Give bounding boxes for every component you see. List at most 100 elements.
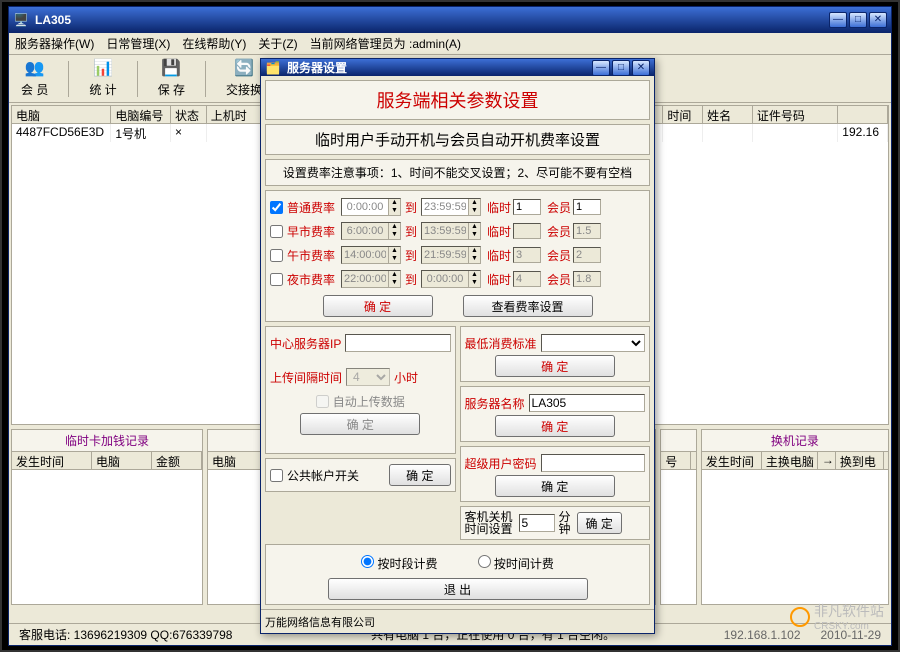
app-icon: 🖥️ [13,12,29,28]
dialog-footer-info: 万能网络信息有限公司 [261,609,654,634]
exit-button[interactable]: 退 出 [328,578,588,600]
upload-interval-label: 上传间隔时间 [270,369,342,386]
column-header[interactable]: 状态 [171,106,207,123]
menu-about[interactable]: 关于(Z) [258,35,297,52]
fee-member-input [573,223,601,239]
center-ip-input[interactable] [345,334,450,352]
fee-to-label: 到 [405,199,417,216]
fee-temp-label: 临时 [487,199,511,216]
dialog-note: 设置费率注意事项：1、时间不能交叉设置；2、尽可能不要有空档 [265,159,650,186]
fee-rate-label: 午市费率 [287,247,339,264]
shutdown-input[interactable] [519,514,555,532]
table-cell: 192.16 [838,124,888,142]
dialog-close-button[interactable]: ✕ [632,60,650,76]
fee-temp-label: 临时 [487,223,511,240]
fee-from-spinner: ▲▼ [341,246,401,264]
public-account-checkbox[interactable] [270,469,283,482]
fee-to-spinner: ▲▼ [421,246,481,264]
column-header[interactable] [838,106,888,123]
menu-daily[interactable]: 日常管理(X) [106,35,170,52]
table-cell [703,124,753,142]
shutdown-confirm-button[interactable]: 确 定 [577,512,622,534]
fee-member-label: 会员 [547,199,571,216]
toolbar-button-0[interactable]: 👥会 员 [15,57,54,100]
fee-row-0: 普通费率 ▲▼ 到 ▲▼ 临时 会员 [270,195,645,219]
dialog-maximize-button[interactable]: □ [612,60,630,76]
toolbar-label: 保 存 [158,81,185,98]
column-header[interactable]: 换到电 [836,452,884,469]
fee-member-input[interactable] [573,199,601,215]
public-account-confirm-button[interactable]: 确 定 [389,464,450,486]
column-header[interactable]: 电脑 [12,106,111,123]
column-header[interactable]: 证件号码 [753,106,838,123]
dialog-subtitle: 临时用户手动开机与会员自动开机费率设置 [265,124,650,155]
toolbar-label: 交接换 [226,81,262,98]
dialog-titlebar: 🗂️ 服务器设置 — □ ✕ [261,59,654,76]
column-header[interactable]: 主换电脑 [762,452,818,469]
column-header[interactable]: 号 [661,452,691,469]
shutdown-label: 客机关机时间设置 [465,511,515,535]
min-fee-confirm-button[interactable]: 确 定 [495,355,615,377]
fee-checkbox[interactable] [270,201,283,214]
column-header[interactable]: 发生时间 [702,452,762,469]
radio-by-time[interactable]: 按时间计费 [478,555,554,572]
minimize-button[interactable]: — [829,12,847,28]
fee-row-3: 夜市费率 ▲▼ 到 ▲▼ 临时 会员 [270,267,645,291]
shutdown-unit-label: 分钟 [559,511,573,535]
fee-to-spinner[interactable]: ▲▼ [421,198,481,216]
dialog-header-red: 服务端相关参数设置 [265,80,650,120]
column-header[interactable]: 电脑 [92,452,152,469]
menu-admin-info[interactable]: 当前网络管理员为 :admin(A) [310,35,461,52]
fee-member-label: 会员 [547,271,571,288]
panel-switch-log: 换机记录 发生时间主换电脑→换到电 [701,429,889,605]
status-phone: 客服电话: 13696219309 QQ:676339798 [19,626,232,643]
column-header[interactable]: → [818,452,836,469]
fee-member-label: 会员 [547,247,571,264]
column-header[interactable]: 电脑 [208,452,268,469]
column-header[interactable]: 时间 [663,106,703,123]
server-settings-dialog: 🗂️ 服务器设置 — □ ✕ 服务端相关参数设置 临时用户手动开机与会员自动开机… [260,58,655,634]
toolbar-button-2[interactable]: 💾保 存 [152,57,191,100]
column-header[interactable]: 姓名 [703,106,753,123]
upload-confirm-button[interactable]: 确 定 [300,413,420,435]
view-fee-button[interactable]: 查看费率设置 [463,295,593,317]
fee-confirm-button[interactable]: 确 定 [323,295,433,317]
fee-temp-input[interactable] [513,199,541,215]
fee-checkbox[interactable] [270,273,283,286]
column-header[interactable]: 金额 [152,452,202,469]
column-header[interactable]: 电脑编号 [111,106,171,123]
menubar: 服务器操作(W) 日常管理(X) 在线帮助(Y) 关于(Z) 当前网络管理员为 … [9,33,891,55]
dialog-minimize-button[interactable]: — [592,60,610,76]
toolbar-icon: 👥 [25,59,45,79]
toolbar-button-1[interactable]: 📊统 计 [83,57,122,100]
status-ip: 192.168.1.102 [724,628,801,642]
fee-rate-label: 夜市费率 [287,271,339,288]
fee-temp-input [513,271,541,287]
fee-to-label: 到 [405,247,417,264]
super-pwd-input[interactable] [541,454,645,472]
menu-help[interactable]: 在线帮助(Y) [182,35,246,52]
menu-server-ops[interactable]: 服务器操作(W) [15,35,94,52]
table-cell: × [171,124,207,142]
super-pwd-confirm-button[interactable]: 确 定 [495,475,615,497]
server-name-input[interactable] [529,394,645,412]
dialog-icon: 🗂️ [265,60,281,76]
column-header[interactable]: 发生时间 [12,452,92,469]
fee-from-spinner[interactable]: ▲▼ [341,198,401,216]
upload-unit-label: 小时 [394,369,418,386]
toolbar-icon: 📊 [93,59,113,79]
status-date: 2010-11-29 [821,628,882,642]
server-name-label: 服务器名称 [465,395,525,412]
close-button[interactable]: ✕ [869,12,887,28]
min-fee-select[interactable] [541,334,645,352]
server-name-confirm-button[interactable]: 确 定 [495,415,615,437]
radio-by-period[interactable]: 按时段计费 [361,555,437,572]
fee-to-spinner: ▲▼ [421,270,481,288]
fee-checkbox[interactable] [270,249,283,262]
panel-switch-title: 换机记录 [702,430,888,452]
table-cell: 1号机 [111,124,171,142]
maximize-button[interactable]: □ [849,12,867,28]
toolbar-icon: 🔄 [234,59,254,79]
auto-upload-checkbox [316,395,329,408]
fee-checkbox[interactable] [270,225,283,238]
